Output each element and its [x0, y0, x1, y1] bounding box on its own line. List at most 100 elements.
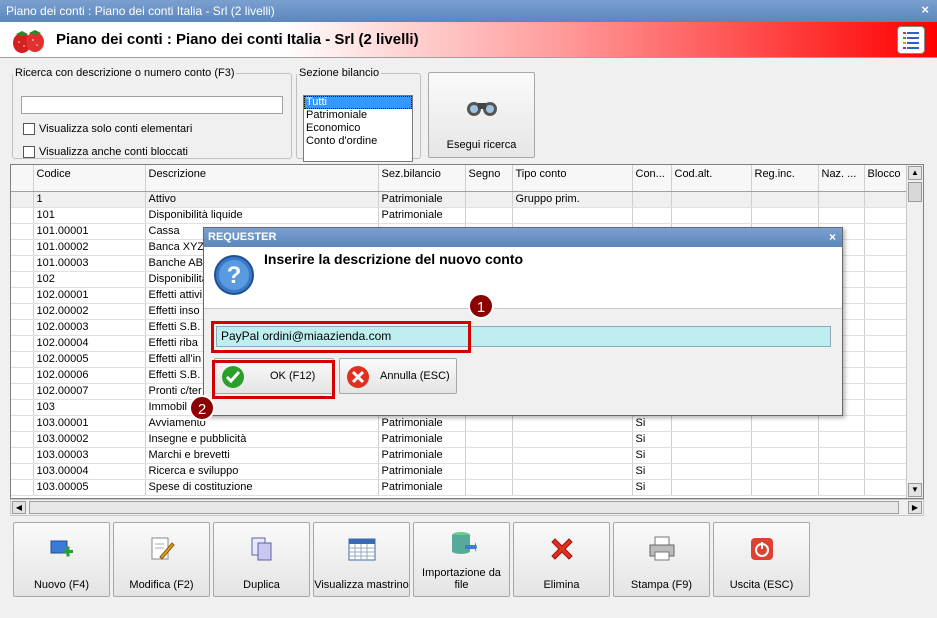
table-cell[interactable]: Attivo [145, 191, 379, 208]
table-cell[interactable]: 101.00003 [33, 255, 146, 272]
importazione-button[interactable]: Importazione da file [413, 522, 510, 597]
table-cell[interactable]: 102.00006 [33, 367, 146, 384]
table-cell[interactable] [751, 479, 819, 496]
table-cell[interactable] [864, 463, 907, 480]
table-cell[interactable] [864, 303, 907, 320]
table-cell[interactable]: 103.00005 [33, 479, 146, 496]
nuovo-button[interactable]: Nuovo (F4) [13, 522, 110, 597]
table-cell[interactable] [864, 351, 907, 368]
visualizza-mastrino-button[interactable]: Visualizza mastrino [313, 522, 410, 597]
table-cell[interactable]: Patrimoniale [378, 447, 466, 464]
table-cell[interactable] [864, 191, 907, 208]
table-cell[interactable] [751, 415, 819, 432]
table-row[interactable]: 101 Disponibilità liquide Patrimoniale [11, 207, 907, 224]
table-cell[interactable] [818, 191, 865, 208]
table-cell[interactable]: Si [632, 479, 672, 496]
table-cell[interactable]: Patrimoniale [378, 207, 466, 224]
sezione-option[interactable]: Conto d'ordine [304, 135, 412, 148]
table-cell[interactable]: Marchi e brevetti [145, 447, 379, 464]
row-indicator[interactable] [11, 239, 34, 256]
menu-button[interactable] [897, 26, 925, 54]
row-indicator[interactable] [11, 319, 34, 336]
table-cell[interactable] [751, 191, 819, 208]
table-cell[interactable] [751, 463, 819, 480]
table-cell[interactable]: 103.00003 [33, 447, 146, 464]
row-indicator[interactable] [11, 415, 34, 432]
scroll-down-icon[interactable]: ▼ [908, 483, 922, 497]
row-indicator[interactable] [11, 463, 34, 480]
table-cell[interactable]: Patrimoniale [378, 463, 466, 480]
table-cell[interactable]: 102.00003 [33, 319, 146, 336]
table-cell[interactable] [818, 431, 865, 448]
table-cell[interactable] [818, 447, 865, 464]
column-header[interactable]: Reg.inc. [751, 165, 819, 192]
table-cell[interactable]: Gruppo prim. [512, 191, 633, 208]
table-cell[interactable] [512, 479, 633, 496]
table-cell[interactable] [864, 383, 907, 400]
table-cell[interactable]: 102 [33, 271, 146, 288]
table-cell[interactable]: Avviamento [145, 415, 379, 432]
window-close-icon[interactable]: × [921, 2, 929, 17]
table-cell[interactable]: Ricerca e sviluppo [145, 463, 379, 480]
table-cell[interactable] [512, 463, 633, 480]
table-cell[interactable] [864, 367, 907, 384]
duplica-button[interactable]: Duplica [213, 522, 310, 597]
column-header[interactable]: Blocco [864, 165, 907, 192]
row-indicator[interactable] [11, 335, 34, 352]
table-cell[interactable] [818, 207, 865, 224]
table-cell[interactable] [864, 479, 907, 496]
row-indicator[interactable] [11, 191, 34, 208]
table-cell[interactable] [751, 447, 819, 464]
row-indicator[interactable] [11, 399, 34, 416]
table-cell[interactable]: 102.00004 [33, 335, 146, 352]
table-row[interactable]: 103.00004 Ricerca e sviluppo Patrimoniale S… [11, 463, 907, 480]
table-cell[interactable] [671, 191, 752, 208]
table-cell[interactable] [632, 207, 672, 224]
table-cell[interactable] [671, 447, 752, 464]
row-indicator[interactable] [11, 431, 34, 448]
table-cell[interactable]: 101.00001 [33, 223, 146, 240]
row-indicator[interactable] [11, 447, 34, 464]
column-header[interactable]: Sez.bilancio [378, 165, 466, 192]
table-row[interactable]: 103.00005 Spese di costituzione Patrimonia… [11, 479, 907, 496]
table-cell[interactable] [465, 207, 513, 224]
table-cell[interactable] [465, 479, 513, 496]
table-cell[interactable] [864, 431, 907, 448]
search-input[interactable] [21, 96, 283, 114]
stampa-button[interactable]: Stampa (F9) [613, 522, 710, 597]
row-indicator[interactable] [11, 207, 34, 224]
table-cell[interactable] [512, 207, 633, 224]
table-cell[interactable]: Spese di costituzione [145, 479, 379, 496]
table-cell[interactable]: 103.00002 [33, 431, 146, 448]
table-cell[interactable] [671, 415, 752, 432]
table-cell[interactable] [864, 335, 907, 352]
scroll-thumb[interactable] [908, 182, 922, 202]
table-cell[interactable]: 102.00001 [33, 287, 146, 304]
table-cell[interactable]: 103.00001 [33, 415, 146, 432]
sezione-option[interactable]: Economico [304, 122, 412, 135]
table-cell[interactable] [465, 431, 513, 448]
column-header[interactable]: Con... [632, 165, 672, 192]
table-cell[interactable]: Patrimoniale [378, 431, 466, 448]
row-indicator[interactable] [11, 367, 34, 384]
table-cell[interactable]: Si [632, 447, 672, 464]
modifica-button[interactable]: Modifica (F2) [113, 522, 210, 597]
checkbox-box[interactable] [23, 123, 35, 135]
table-cell[interactable] [512, 415, 633, 432]
table-cell[interactable] [864, 223, 907, 240]
table-cell[interactable] [465, 415, 513, 432]
table-cell[interactable]: 102.00005 [33, 351, 146, 368]
table-cell[interactable]: Si [632, 431, 672, 448]
table-cell[interactable] [818, 415, 865, 432]
checkbox-conti-bloccati[interactable]: Visualizza anche conti bloccati [23, 146, 188, 158]
table-cell[interactable]: 103.00004 [33, 463, 146, 480]
table-row[interactable]: 103.00001 Avviamento Patrimoniale Si [11, 415, 907, 432]
table-cell[interactable] [818, 479, 865, 496]
table-row[interactable]: 103.00003 Marchi e brevetti Patrimoniale Si [11, 447, 907, 464]
table-cell[interactable]: Patrimoniale [378, 415, 466, 432]
vertical-scrollbar[interactable]: ▲ ▼ [906, 165, 923, 498]
column-header[interactable]: Naz. ... [818, 165, 865, 192]
table-cell[interactable] [864, 255, 907, 272]
table-cell[interactable] [864, 319, 907, 336]
table-cell[interactable] [864, 239, 907, 256]
